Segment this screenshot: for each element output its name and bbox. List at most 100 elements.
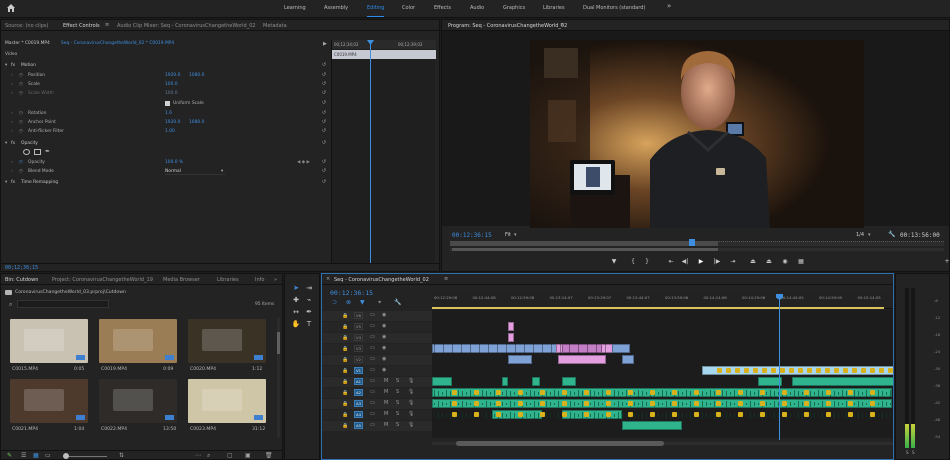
clip-thumbnail[interactable] [99, 319, 177, 363]
program-menu-icon[interactable]: ≡ [560, 22, 564, 28]
fx-badge[interactable]: fx [11, 180, 15, 185]
track-name[interactable]: A1 [354, 378, 363, 385]
extract-icon[interactable]: ⏏ [764, 258, 774, 266]
solo-button[interactable]: S [396, 411, 399, 417]
audio-track-header[interactable]: 🔒 A1 ▭ M S 🎙 [322, 377, 432, 387]
workspace-tab[interactable]: Effects [434, 5, 451, 11]
property-value[interactable]: 1920.0 [165, 120, 180, 125]
tab-project[interactable]: Project: CoronavirusChangetheWorld_19 [52, 277, 153, 283]
ripple-tool[interactable]: ✚ [291, 296, 301, 305]
type-tool[interactable]: T [304, 320, 314, 329]
clip-thumbnail[interactable] [10, 379, 88, 423]
workspace-tab[interactable]: Dual Monitors (standard) [583, 5, 645, 11]
effect-group-label[interactable]: Time Remapping [21, 180, 58, 185]
step-back-icon[interactable]: ◀| [680, 258, 690, 266]
zoom-fit-arrow-icon[interactable]: ▾ [514, 232, 517, 238]
video-track-header[interactable]: 🔒 V2 ▭ ◉ [322, 355, 432, 365]
new-item-icon[interactable]: ▣ [245, 452, 251, 459]
stopwatch-icon[interactable]: ◷ [19, 169, 23, 174]
property-value[interactable]: Normal [165, 169, 225, 175]
tab-bin-cutdown[interactable]: Bin: Cutdown [5, 277, 38, 283]
master-clip-header[interactable]: Master * C0019.MP4 [5, 41, 50, 46]
timeline-clip[interactable] [508, 333, 514, 342]
sync-lock-icon[interactable]: ▭ [370, 334, 375, 340]
project-tabs-overflow[interactable]: » [274, 277, 277, 283]
solo-button[interactable]: S [396, 422, 399, 428]
pencil-icon[interactable]: ✎ [7, 452, 12, 459]
tab-media-browser[interactable]: Media Browser [163, 277, 200, 283]
close-icon[interactable]: × [326, 276, 330, 282]
mini-playhead[interactable] [370, 40, 371, 265]
tab-menu-icon[interactable]: ≡ [105, 22, 109, 28]
property-expand-icon[interactable]: › [11, 129, 13, 134]
toggle-output-icon[interactable]: ◉ [382, 367, 386, 373]
microphone-icon[interactable]: 🎙 [408, 411, 414, 417]
sync-lock-icon[interactable]: ▭ [370, 356, 375, 362]
clip-thumbnail[interactable] [10, 319, 88, 363]
property-expand-icon[interactable]: › [11, 120, 13, 125]
microphone-icon[interactable]: 🎙 [408, 422, 414, 428]
solo-button[interactable]: S [396, 389, 399, 395]
stopwatch-icon[interactable]: ◷ [19, 129, 23, 134]
reset-icon[interactable]: ↺ [321, 141, 327, 146]
markers-icon[interactable]: ⌖ [378, 299, 381, 307]
track-select-tool[interactable]: ⇥ [304, 284, 314, 293]
stopwatch-icon[interactable]: ◷ [19, 120, 23, 125]
thumbnail-size-slider[interactable] [63, 456, 107, 457]
lock-icon[interactable]: 🔒 [342, 324, 348, 330]
solo-button[interactable]: S [396, 400, 399, 406]
track-name[interactable]: V2 [354, 356, 363, 363]
property-expand-icon[interactable]: › [11, 160, 13, 165]
find-icon[interactable]: ⌕ [207, 452, 210, 459]
sync-lock-icon[interactable]: ▭ [370, 400, 375, 406]
list-view-icon[interactable]: ☰ [21, 452, 26, 459]
audio-track-header[interactable]: 🔒 A4 ▭ M S 🎙 [322, 410, 432, 420]
toggle-output-icon[interactable]: ◉ [382, 356, 386, 362]
timeline-scroll-handle[interactable] [456, 441, 664, 446]
tab-effect-controls[interactable]: Effect Controls [63, 23, 100, 29]
icon-view-icon[interactable]: ▦ [33, 452, 39, 459]
automate-icon[interactable]: ⋯ [195, 452, 201, 459]
sync-lock-icon[interactable]: ▭ [370, 422, 375, 428]
uniform-scale-checkbox[interactable] [165, 101, 170, 106]
resolution-select[interactable]: 1/4 [856, 232, 864, 238]
program-timecode[interactable]: 00:12:36:15 [452, 232, 492, 239]
property-value[interactable]: 1.6 [165, 111, 172, 116]
thumbnail-size-knob[interactable] [63, 453, 69, 459]
lock-icon[interactable]: 🔒 [342, 390, 348, 396]
dropdown-arrow-icon[interactable]: ▾ [221, 169, 223, 174]
lock-icon[interactable]: 🔒 [342, 357, 348, 363]
pen-mask-icon[interactable]: ✒ [45, 148, 50, 155]
workspace-tab[interactable]: Libraries [543, 5, 565, 11]
property-value[interactable]: 1920.0 [165, 73, 180, 78]
workspace-tab-active[interactable]: Editing [367, 5, 385, 17]
reset-icon[interactable]: ↺ [321, 73, 327, 78]
lock-icon[interactable]: 🔒 [342, 401, 348, 407]
mute-button[interactable]: M [384, 411, 388, 417]
sync-lock-icon[interactable]: ▭ [370, 367, 375, 373]
razor-tool[interactable]: ⌁ [304, 296, 314, 305]
tab-info[interactable]: Info [255, 277, 264, 283]
sync-lock-icon[interactable]: ▭ [370, 323, 375, 329]
workspace-tab[interactable]: Learning [284, 5, 306, 11]
sync-lock-icon[interactable]: ▭ [370, 312, 375, 318]
video-track-header[interactable]: 🔒 V3 ▭ ◉ [322, 344, 432, 354]
search-input[interactable] [17, 300, 109, 308]
microphone-icon[interactable]: 🎙 [408, 389, 414, 395]
reset-icon[interactable]: ↺ [321, 82, 327, 87]
program-title[interactable]: Program: Seq - CoronavirusChangetheWorld… [448, 23, 567, 29]
sync-lock-icon[interactable]: ▭ [370, 378, 375, 384]
mark-out-icon[interactable]: } [642, 258, 652, 266]
go-to-out-icon[interactable]: ⇥ [728, 258, 738, 266]
comparison-icon[interactable]: ▦ [796, 258, 806, 266]
reset-icon[interactable]: ↺ [321, 91, 327, 96]
reset-icon[interactable]: ↺ [321, 101, 327, 106]
timeline-clip[interactable] [508, 322, 514, 331]
snap-icon[interactable]: ⊃ [332, 299, 337, 306]
stopwatch-icon[interactable]: ◷ [19, 160, 23, 165]
track-name[interactable]: V5 [354, 323, 363, 330]
track-name[interactable]: A2 [354, 389, 363, 396]
timeline-clip[interactable] [792, 377, 893, 386]
timeline-playhead[interactable] [779, 294, 780, 440]
toggle-output-icon[interactable]: ◉ [382, 334, 386, 340]
